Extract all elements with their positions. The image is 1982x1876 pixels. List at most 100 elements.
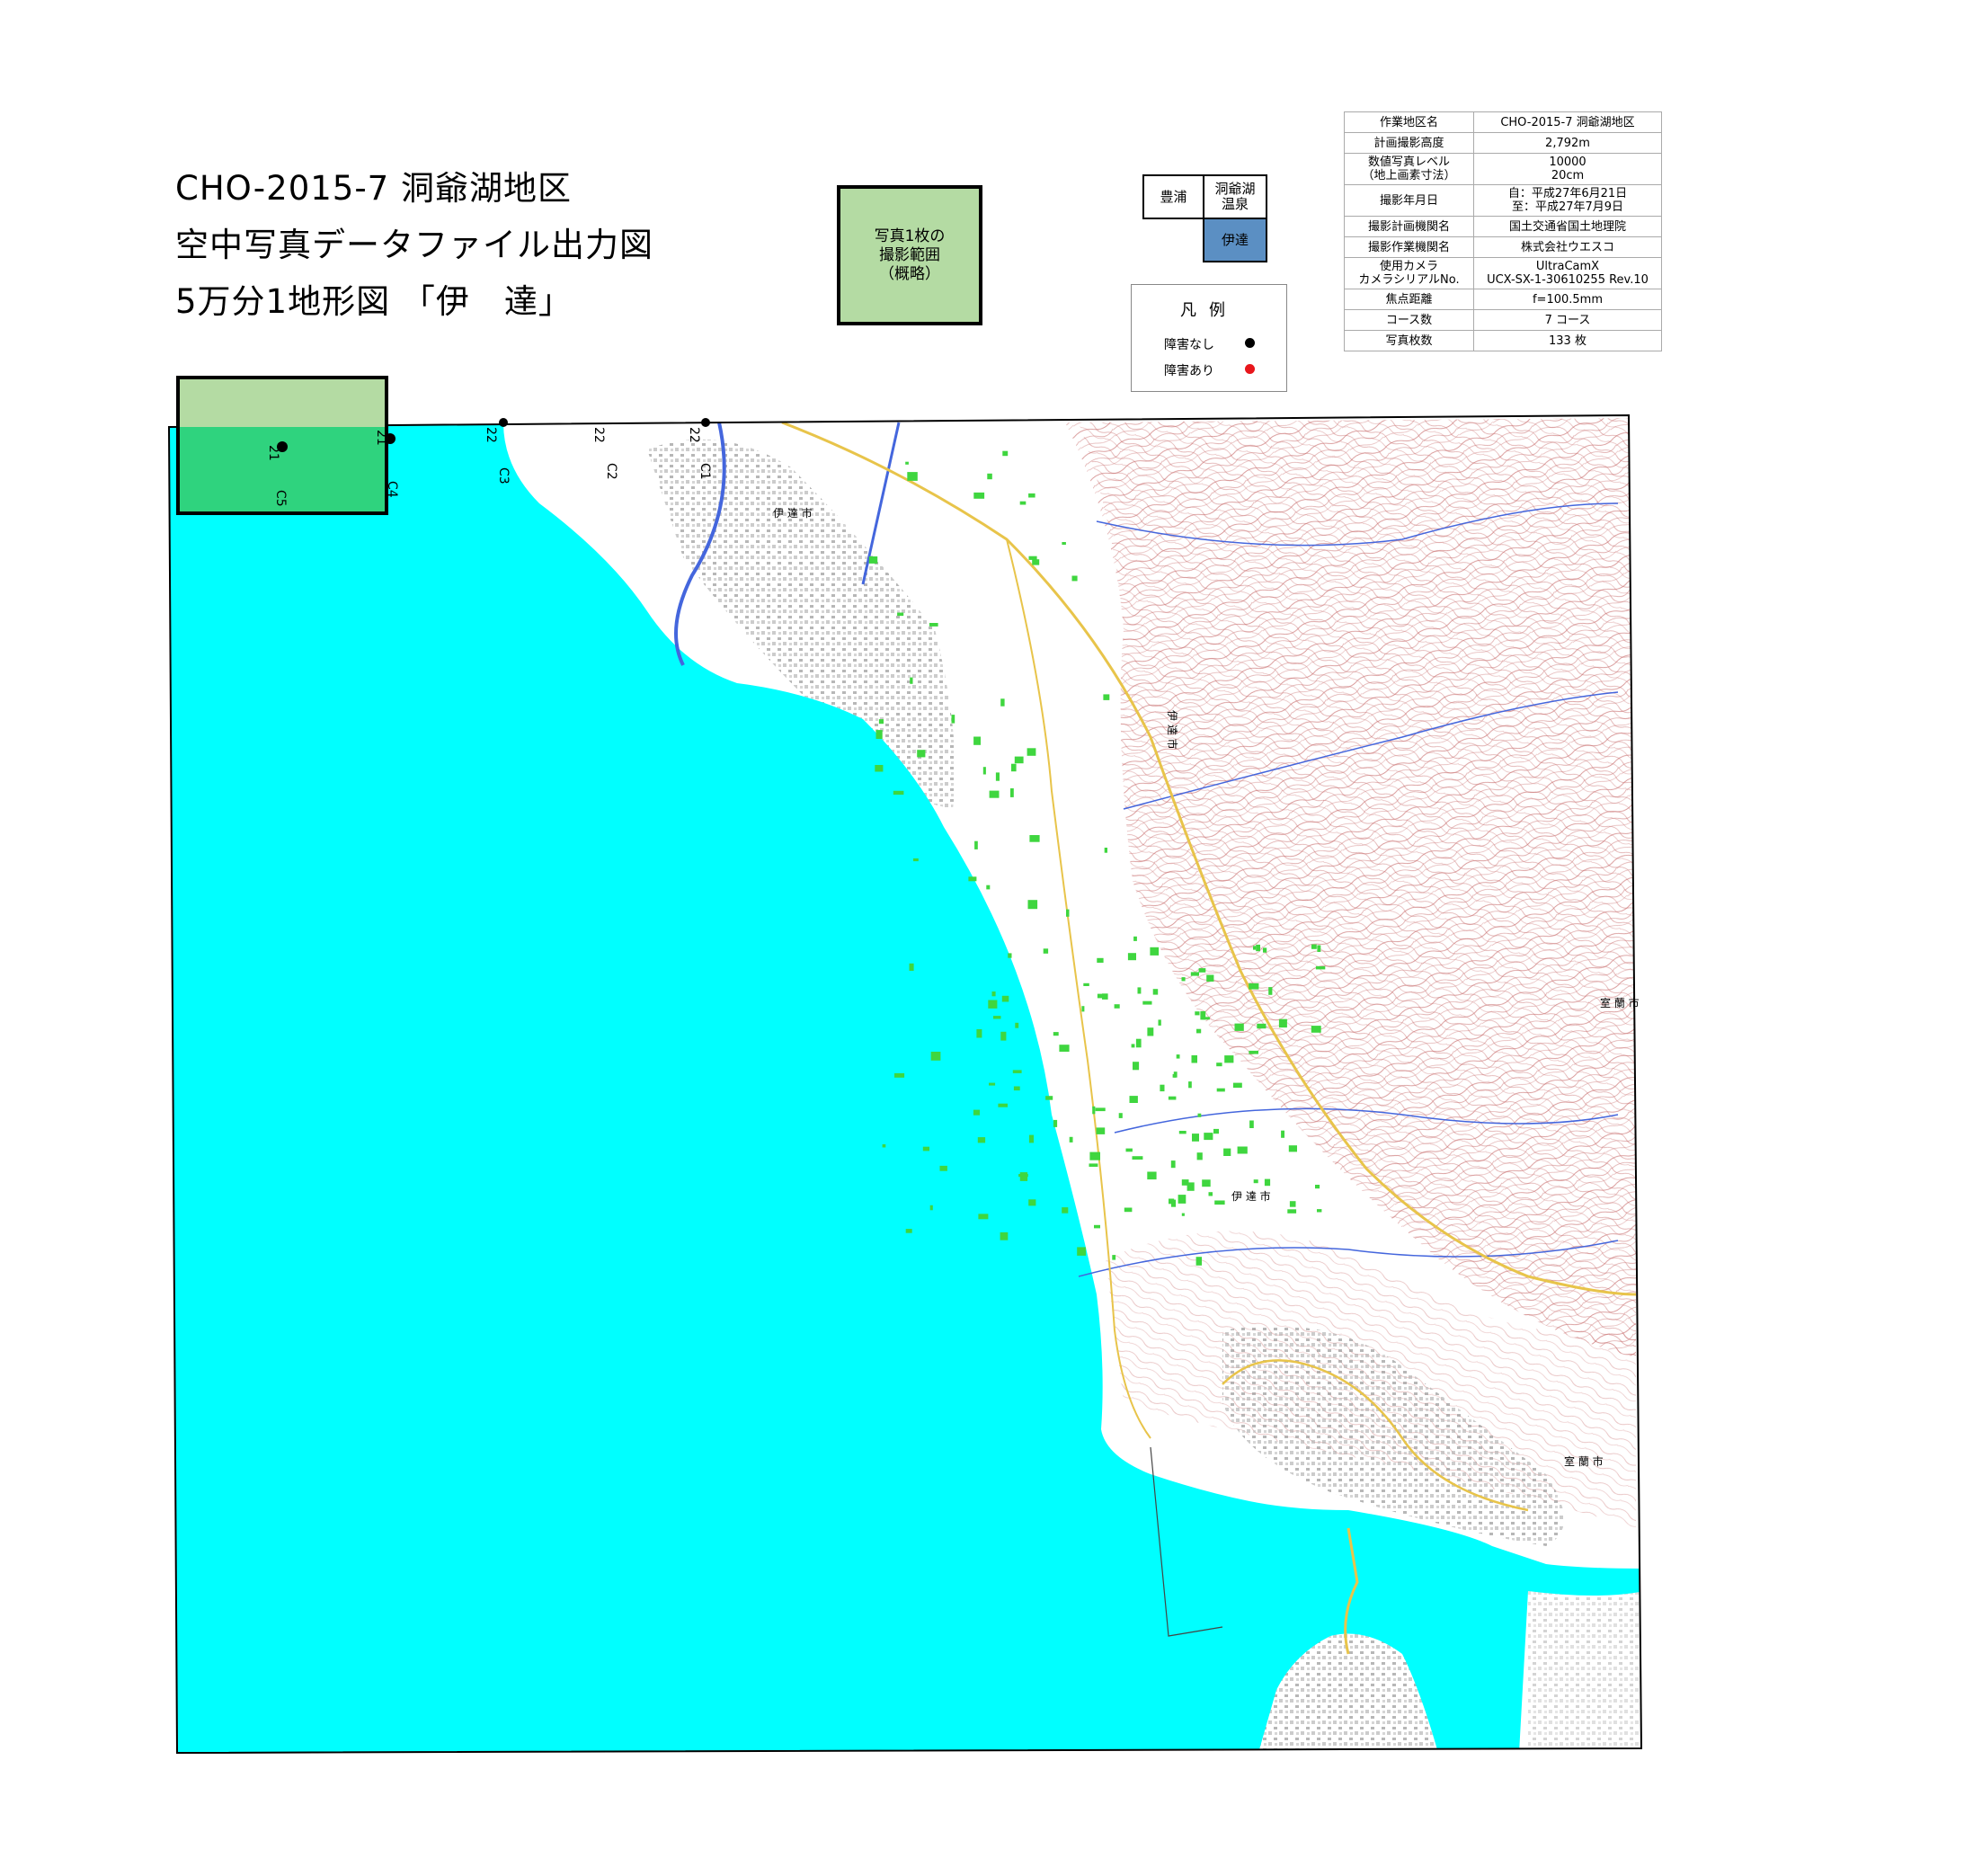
field-patch	[1253, 946, 1257, 950]
photo-number-label: 21	[266, 445, 280, 461]
field-patch	[939, 1165, 947, 1171]
field-patch	[1196, 1028, 1202, 1034]
field-patch	[1168, 1096, 1177, 1100]
field-patch	[1202, 1179, 1211, 1187]
field-patch	[1014, 756, 1024, 764]
field-patch	[1011, 763, 1017, 772]
field-patch	[1089, 1163, 1098, 1167]
field-patch	[1169, 1198, 1175, 1205]
field-patch	[1317, 945, 1321, 952]
field-patch	[1287, 1209, 1297, 1214]
field-patch	[1197, 1113, 1202, 1117]
field-patch	[1103, 694, 1110, 700]
field-patch	[1012, 1070, 1022, 1073]
field-patch	[1095, 1107, 1106, 1112]
field-patch	[1311, 1026, 1321, 1033]
field-patch	[893, 790, 904, 796]
route-number-label-3: 22	[687, 427, 701, 443]
field-patch	[995, 772, 1000, 781]
field-patch	[1002, 450, 1009, 457]
place-label-date-city-3: 伊 達 市	[1166, 710, 1179, 750]
field-patch	[1000, 698, 1005, 707]
field-patch	[1232, 1082, 1242, 1089]
field-patch	[1019, 501, 1027, 505]
field-patch	[1181, 977, 1186, 982]
field-patch	[1234, 1023, 1244, 1031]
field-patch	[1204, 1133, 1213, 1141]
field-patch	[1096, 1127, 1106, 1134]
field-patch	[1071, 575, 1078, 582]
field-patch	[875, 730, 883, 739]
field-patch	[1081, 1006, 1085, 1012]
field-patch	[1137, 987, 1142, 994]
field-patch	[1317, 1209, 1322, 1213]
field-patch	[1216, 1062, 1222, 1067]
field-patch	[1008, 953, 1012, 958]
field-patch	[1172, 1073, 1177, 1078]
field-patch	[909, 963, 914, 971]
field-patch	[1150, 947, 1160, 956]
field-patch	[1142, 1000, 1152, 1005]
field-patch	[1178, 1195, 1187, 1204]
field-patch	[987, 473, 992, 480]
field-patch	[1198, 968, 1206, 973]
field-patch	[1315, 965, 1326, 970]
field-patch	[1213, 1128, 1219, 1134]
field-patch	[978, 1214, 989, 1220]
field-patch	[977, 1137, 986, 1143]
field-patch	[1059, 1045, 1070, 1052]
field-patch	[1066, 909, 1070, 917]
field-patch	[905, 461, 909, 465]
photo-center-point-4	[701, 418, 710, 427]
field-patch	[1206, 974, 1214, 982]
course-label-c2: C2	[604, 463, 618, 480]
course-label-c5: C5	[273, 490, 288, 507]
field-patch	[1135, 1038, 1142, 1048]
field-patch	[993, 1016, 1001, 1019]
field-patch	[1152, 989, 1159, 995]
field-patch	[1195, 1257, 1202, 1266]
field-patch	[882, 1144, 886, 1148]
field-patch	[1176, 1054, 1180, 1059]
field-patch	[1214, 1200, 1225, 1205]
route-number-label-2: 22	[591, 427, 606, 443]
field-patch	[1288, 1145, 1297, 1152]
field-patch	[989, 790, 1000, 798]
field-patch	[1013, 1086, 1020, 1091]
field-patch	[974, 840, 978, 849]
course-label-c4: C4	[385, 481, 399, 498]
field-patch	[1249, 982, 1259, 990]
field-patch	[913, 858, 919, 862]
field-patch	[1256, 944, 1260, 952]
field-patch	[1208, 1192, 1213, 1196]
field-patch	[973, 1109, 980, 1116]
field-patch	[1127, 953, 1136, 961]
field-patch	[1249, 1120, 1254, 1128]
field-patch	[1133, 1062, 1140, 1071]
field-patch	[1124, 1207, 1133, 1213]
field-patch	[973, 736, 981, 745]
field-patch	[989, 1082, 996, 1086]
field-patch	[1132, 1156, 1143, 1160]
field-patch	[1264, 1178, 1271, 1187]
field-patch	[1133, 936, 1137, 941]
field-patch	[1029, 835, 1040, 842]
place-label-muroran-city-2: 室 蘭 市	[1600, 996, 1640, 1009]
field-patch	[991, 991, 996, 997]
field-patch	[1000, 1031, 1007, 1041]
field-patch	[1195, 1011, 1200, 1016]
field-patch	[1000, 1231, 1009, 1240]
field-patch	[1249, 1050, 1258, 1054]
field-patch	[1257, 1023, 1267, 1029]
place-label-muroran-city: 室 蘭 市	[1564, 1454, 1604, 1468]
place-label-date-city-2: 伊 達 市	[1231, 1189, 1271, 1203]
field-patch	[1027, 900, 1038, 910]
field-patch	[1028, 556, 1037, 560]
field-patch	[1315, 1185, 1320, 1189]
field-patch	[1158, 1019, 1161, 1026]
field-patch	[917, 750, 926, 758]
field-patch	[1001, 995, 1009, 1002]
field-patch	[976, 1029, 982, 1038]
field-patch	[897, 612, 904, 617]
field-patch	[1192, 1134, 1199, 1142]
